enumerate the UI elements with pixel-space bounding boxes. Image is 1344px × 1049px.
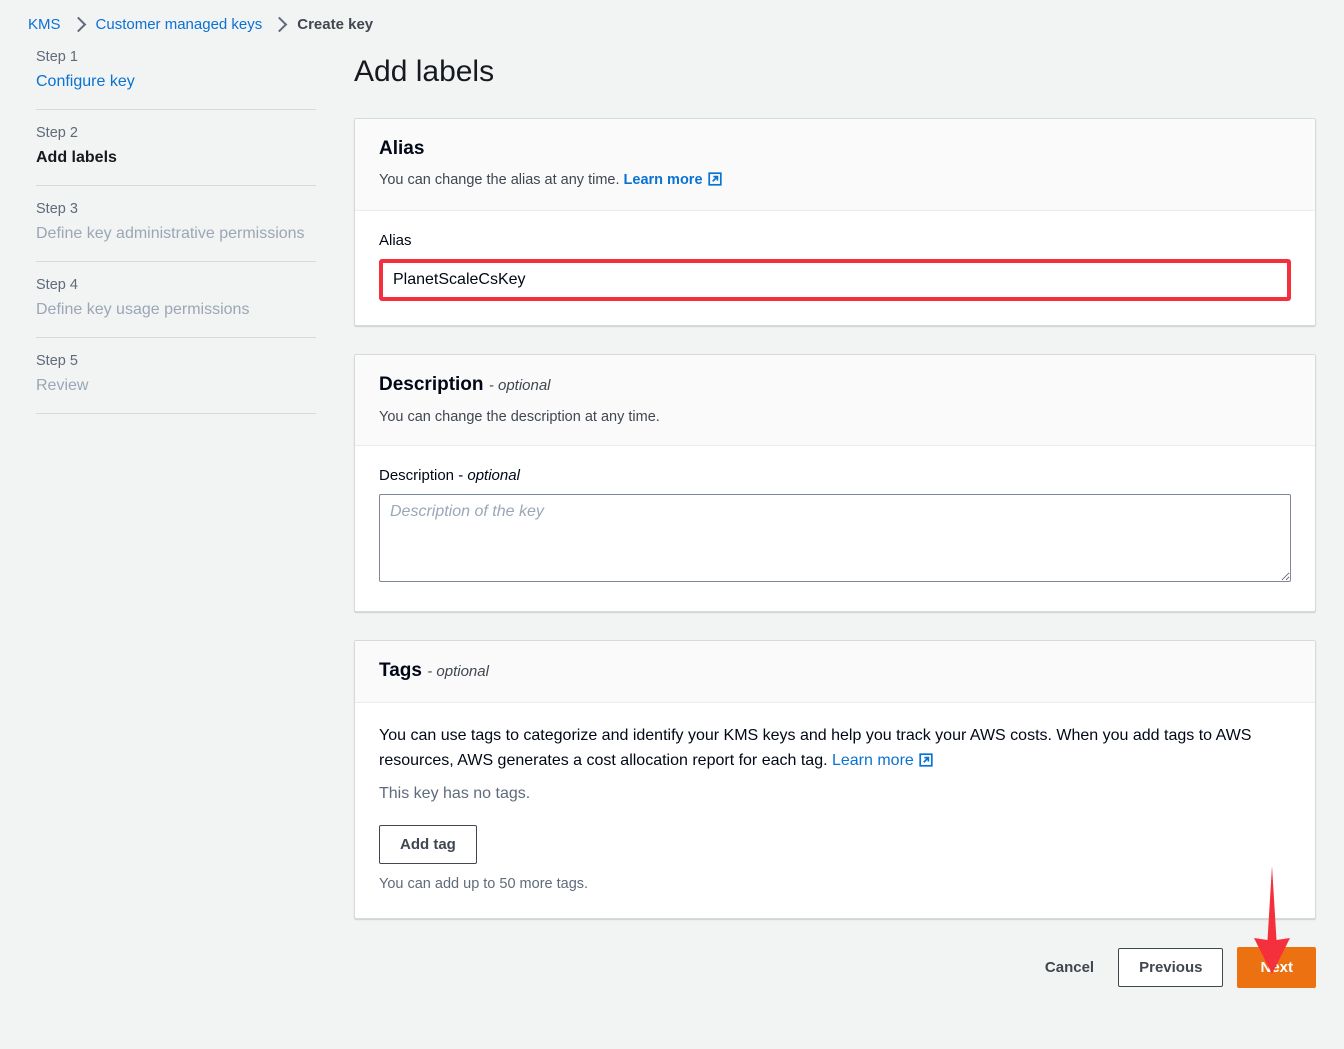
chevron-right-icon [70, 16, 86, 33]
tags-panel-body: You can use tags to categorize and ident… [355, 703, 1315, 918]
sidebar-step-1-number: Step 1 [36, 49, 78, 65]
sidebar-step-3: Step 3 Define key administrative permiss… [36, 186, 316, 262]
page-title: Add labels [354, 55, 495, 88]
description-panel-title: Description - optional [379, 373, 1291, 398]
external-link-icon [919, 750, 933, 775]
alias-panel-body: Alias [355, 211, 1315, 325]
alias-panel-title: Alias [379, 138, 425, 159]
main-content: Add labels Alias You can change the alia… [354, 47, 1316, 988]
wizard-steps-sidebar: Step 1 Configure key Step 2 Add labels S… [36, 47, 316, 414]
sidebar-step-4-title: Define key usage permissions [36, 301, 250, 318]
description-field-label: Description - optional [379, 466, 1291, 486]
tags-description: You can use tags to categorize and ident… [379, 723, 1291, 775]
sidebar-step-3-title: Define key administrative permissions [36, 225, 305, 242]
sidebar-step-5: Step 5 Review [36, 338, 316, 414]
sidebar-step-1-title[interactable]: Configure key [36, 70, 316, 93]
tags-panel-header: Tags - optional [355, 641, 1315, 703]
alias-panel-description-text: You can change the alias at any time. [379, 172, 620, 188]
alias-panel: Alias You can change the alias at any ti… [354, 118, 1316, 326]
description-panel-title-text: Description [379, 374, 484, 395]
tags-panel: Tags - optional You can use tags to cate… [354, 640, 1316, 919]
description-panel-body: Description - optional [355, 446, 1315, 611]
tags-panel-title: Tags - optional [379, 659, 1291, 684]
alias-input[interactable] [383, 263, 1287, 297]
description-field-label-optional: optional [467, 467, 520, 484]
tags-remaining-hint: You can add up to 50 more tags. [379, 876, 589, 892]
alias-field-highlight-box [379, 259, 1291, 301]
sidebar-step-4: Step 4 Define key usage permissions [36, 262, 316, 338]
alias-panel-header: Alias You can change the alias at any ti… [355, 119, 1315, 211]
sidebar-step-2-number: Step 2 [36, 125, 78, 141]
alias-learn-more-link[interactable]: Learn more [624, 172, 722, 188]
tags-learn-more-label: Learn more [831, 752, 914, 769]
description-field-label-text: Description - [379, 467, 464, 484]
description-panel-title-optional: - optional [488, 377, 551, 394]
sidebar-step-2-title: Add labels [36, 149, 117, 166]
tags-panel-title-optional: - optional [427, 663, 489, 680]
tags-empty-message: This key has no tags. [379, 785, 531, 802]
breadcrumb-item-create-key: Create key [297, 16, 374, 33]
sidebar-step-1[interactable]: Step 1 Configure key [36, 47, 316, 110]
add-tag-button[interactable]: Add tag [379, 825, 477, 864]
alias-panel-description: You can change the alias at any time. Le… [379, 170, 1291, 192]
alias-field-label: Alias [379, 232, 412, 249]
next-button[interactable]: Next [1237, 947, 1316, 988]
sidebar-step-2[interactable]: Step 2 Add labels [36, 110, 316, 186]
tags-panel-title-text: Tags [379, 660, 422, 681]
tags-description-text: You can use tags to categorize and ident… [379, 727, 1252, 769]
description-panel-description: You can change the description at any ti… [379, 409, 660, 425]
sidebar-step-5-number: Step 5 [36, 353, 78, 369]
sidebar-step-3-number: Step 3 [36, 201, 78, 217]
description-panel-header: Description - optional You can change th… [355, 355, 1315, 446]
sidebar-step-5-title: Review [36, 377, 89, 394]
chevron-right-icon [271, 16, 288, 33]
previous-button[interactable]: Previous [1118, 948, 1224, 987]
wizard-footer-actions: Cancel Previous Next [354, 947, 1316, 988]
breadcrumb: KMS Customer managed keys Create key [0, 0, 1344, 33]
alias-learn-more-label: Learn more [623, 172, 703, 188]
cancel-button[interactable]: Cancel [1035, 949, 1104, 986]
tags-learn-more-link[interactable]: Learn more [832, 752, 933, 769]
description-panel: Description - optional You can change th… [354, 354, 1316, 612]
breadcrumb-item-kms[interactable]: KMS [28, 16, 61, 33]
description-textarea[interactable] [379, 494, 1291, 582]
external-link-icon [707, 172, 722, 192]
sidebar-step-4-number: Step 4 [36, 277, 78, 293]
breadcrumb-item-customer-managed-keys[interactable]: Customer managed keys [96, 16, 263, 33]
